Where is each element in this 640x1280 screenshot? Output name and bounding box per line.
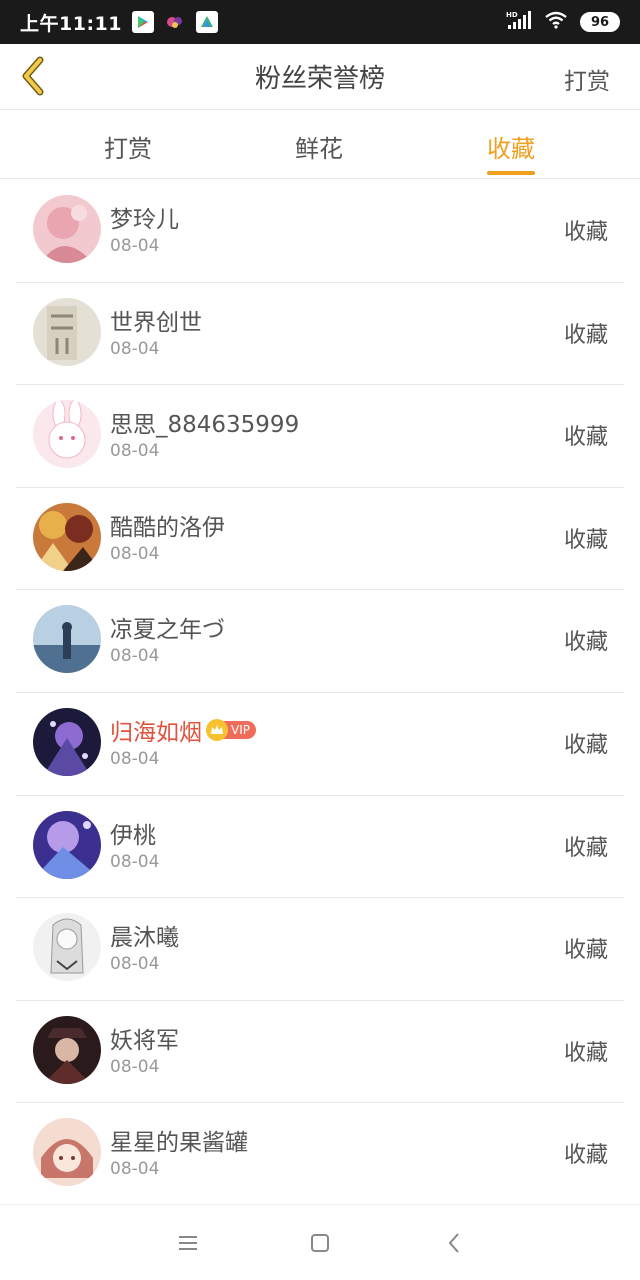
user-date: 08-04 (110, 543, 160, 564)
list-item[interactable]: 伊桃 08-04 收藏 (16, 796, 624, 899)
tab-label: 打赏 (104, 135, 152, 163)
user-date: 08-04 (110, 851, 160, 872)
avatar (33, 707, 101, 776)
action-label: 收藏 (563, 938, 608, 964)
home-icon[interactable] (306, 1229, 334, 1257)
tab-flowers[interactable]: 鲜花 (295, 129, 343, 164)
action-label: 收藏 (563, 425, 608, 451)
user-date: 08-04 (110, 1056, 160, 1077)
user-name: 妖将军 (110, 1027, 179, 1054)
avatar (33, 605, 101, 674)
avatar (33, 195, 101, 263)
tab-label: 收藏 (487, 135, 535, 163)
tab-label: 鲜花 (295, 135, 343, 163)
avatar (33, 1118, 101, 1187)
user-name: 思思_884635999 (110, 412, 300, 439)
tab-favorites[interactable]: 收藏 (487, 129, 535, 175)
list-item[interactable]: 世界创世 08-04 收藏 (16, 283, 624, 386)
action-label: 收藏 (563, 1040, 608, 1066)
signal-icon: HD (506, 10, 532, 34)
system-navigation-bar (0, 1204, 640, 1280)
user-name: 酷酷的洛伊 (110, 514, 225, 541)
list-item[interactable]: 梦玲儿 08-04 收藏 (16, 180, 624, 283)
battery-icon: 96 (580, 12, 620, 32)
back-icon[interactable] (440, 1229, 468, 1257)
avatar (33, 400, 101, 469)
user-date: 08-04 (110, 748, 160, 769)
user-date: 08-04 (110, 954, 160, 975)
vip-indicator: VIP (206, 718, 256, 741)
user-name: 凉夏之年づ (110, 617, 225, 644)
avatar (33, 913, 101, 982)
active-tab-indicator (487, 171, 535, 175)
avatar (33, 502, 101, 571)
user-name: 世界创世 (110, 309, 202, 336)
list-item[interactable]: 酷酷的洛伊 08-04 收藏 (16, 488, 624, 591)
action-label: 收藏 (563, 220, 608, 245)
list-item[interactable]: 妖将军 08-04 收藏 (16, 1001, 624, 1104)
user-name: 晨沐曦 (110, 925, 179, 952)
tab-reward[interactable]: 打赏 (104, 129, 152, 164)
notification-icons (131, 11, 218, 33)
tab-bar: 打赏 鲜花 收藏 (0, 111, 640, 179)
status-bar: 上午11:11 HD 96 (0, 0, 640, 44)
app-icon (195, 11, 218, 33)
crown-icon (206, 718, 228, 741)
chevron-left-icon (22, 56, 44, 96)
wifi-icon (544, 11, 568, 33)
page-title: 粉丝荣誉榜 (254, 64, 385, 94)
status-time: 上午11:11 (20, 12, 122, 35)
action-label: 收藏 (563, 527, 608, 553)
action-label: 收藏 (563, 322, 608, 348)
top-navigation: 粉丝荣誉榜 打赏 (0, 44, 640, 110)
fan-list: 梦玲儿 08-04 收藏 世界创世 08-04 收藏 思思_884635999 … (0, 180, 640, 1206)
avatar (33, 810, 101, 879)
user-name: 星星的果酱罐 (110, 1130, 248, 1157)
back-button[interactable] (14, 54, 50, 98)
user-name: 归海如烟 VIP (110, 713, 256, 747)
list-item[interactable]: 归海如烟 VIP 08-04 收藏 (16, 693, 624, 796)
reward-button[interactable]: 打赏 (564, 62, 610, 96)
user-date: 08-04 (110, 441, 160, 462)
user-date: 08-04 (110, 338, 160, 359)
svg-text:HD: HD (506, 11, 518, 19)
user-date: 08-04 (110, 236, 160, 256)
action-label: 收藏 (563, 1143, 608, 1169)
avatar (33, 1015, 101, 1084)
play-store-icon (131, 11, 154, 33)
avatar (33, 297, 101, 366)
action-label: 收藏 (563, 835, 608, 861)
action-label: 收藏 (563, 732, 608, 758)
user-date: 08-04 (110, 646, 160, 667)
user-name-text: 归海如烟 (110, 719, 202, 746)
user-name: 梦玲儿 (110, 207, 179, 233)
menu-icon[interactable] (174, 1229, 202, 1257)
list-item[interactable]: 凉夏之年づ 08-04 收藏 (16, 590, 624, 693)
user-name: 伊桃 (110, 822, 156, 849)
list-item[interactable]: 思思_884635999 08-04 收藏 (16, 385, 624, 488)
game-icon (163, 11, 186, 33)
list-item[interactable]: 星星的果酱罐 08-04 收藏 (16, 1103, 624, 1206)
user-date: 08-04 (110, 1159, 160, 1180)
list-item[interactable]: 晨沐曦 08-04 收藏 (16, 898, 624, 1001)
action-label: 收藏 (563, 630, 608, 656)
